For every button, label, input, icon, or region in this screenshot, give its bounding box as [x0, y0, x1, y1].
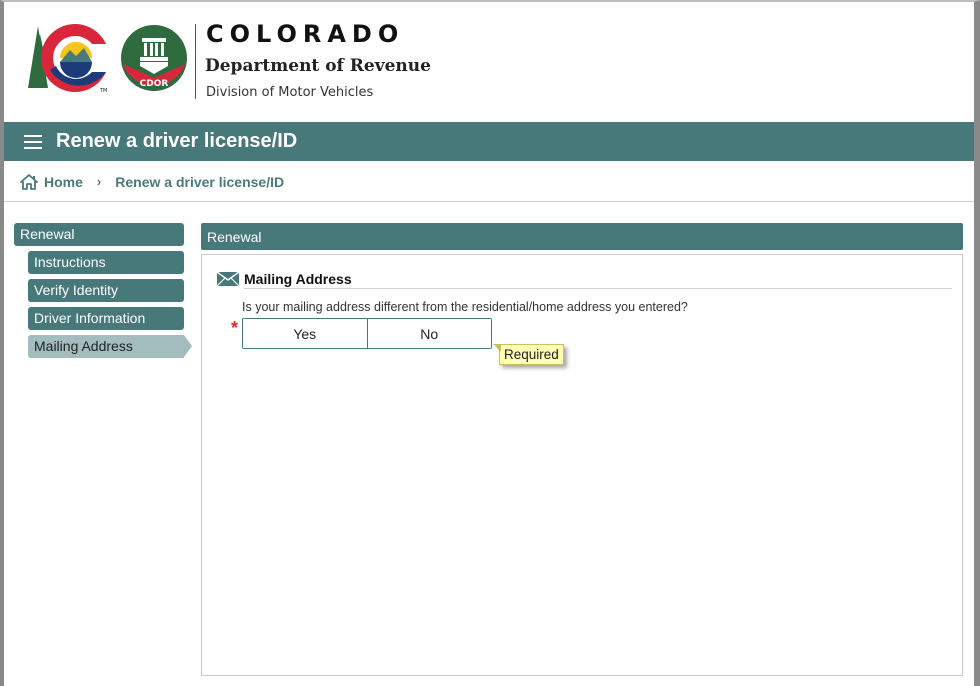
- tm-mark: TM: [99, 88, 107, 94]
- breadcrumb-separator: ›: [96, 174, 102, 189]
- colorado-logo-icon: TM: [28, 24, 107, 94]
- step-navigation: Renewal Instructions Verify Identity Dri…: [14, 223, 194, 363]
- section-divider: [244, 288, 952, 289]
- nav-instructions[interactable]: Instructions: [28, 251, 184, 274]
- page-title: Renew a driver license/ID: [56, 130, 298, 152]
- home-icon[interactable]: [20, 173, 38, 190]
- cdor-badge-text: CDOR: [140, 79, 169, 89]
- breadcrumb-home-link[interactable]: Home: [44, 174, 83, 190]
- yes-button[interactable]: Yes: [243, 319, 367, 348]
- site-header: TM CDOR COLORADO Department of Revenue D…: [4, 2, 974, 122]
- mailing-address-question: Is your mailing address different from t…: [242, 300, 688, 314]
- no-button[interactable]: No: [366, 319, 491, 348]
- hamburger-menu-icon[interactable]: [24, 134, 42, 149]
- section-title: Mailing Address: [244, 271, 352, 287]
- nav-renewal[interactable]: Renewal: [14, 223, 184, 246]
- brand-title: COLORADO: [206, 20, 405, 48]
- breadcrumb-current[interactable]: Renew a driver license/ID: [115, 174, 284, 190]
- nav-driver-information[interactable]: Driver Information: [28, 307, 184, 330]
- department-name: Department of Revenue: [205, 56, 431, 76]
- breadcrumb: Home › Renew a driver license/ID: [4, 162, 974, 202]
- nav-verify-identity[interactable]: Verify Identity: [28, 279, 184, 302]
- brand-divider: [195, 24, 196, 99]
- nav-mailing-address[interactable]: Mailing Address: [28, 335, 192, 358]
- section-header: Mailing Address: [216, 269, 954, 289]
- page-titlebar: Renew a driver license/ID: [4, 122, 974, 161]
- mailing-address-toggle: Yes No: [242, 318, 492, 349]
- required-tooltip: Required: [493, 344, 564, 365]
- envelope-icon: [216, 271, 240, 287]
- panel-body: Mailing Address Is your mailing address …: [201, 254, 963, 676]
- panel-header: Renewal: [201, 223, 963, 250]
- division-name: Division of Motor Vehicles: [206, 85, 374, 100]
- required-marker: *: [231, 318, 239, 338]
- cdor-logo-icon: CDOR: [121, 25, 187, 91]
